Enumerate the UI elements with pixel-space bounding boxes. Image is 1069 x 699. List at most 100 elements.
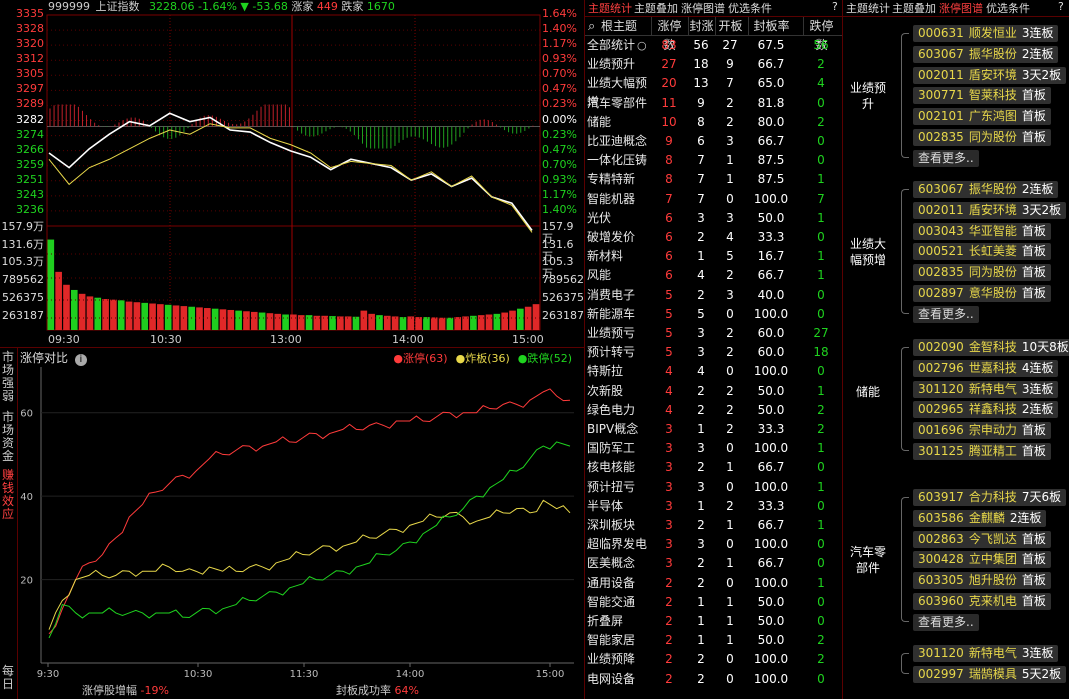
volume-bar — [243, 311, 250, 330]
stock-chip[interactable]: 001696 宗申动力 首板 — [913, 422, 1051, 440]
volume-bar — [399, 317, 407, 330]
theme-row[interactable]: 一体化压铸 8 7 1 87.5 0 — [585, 151, 841, 170]
detail-tab[interactable]: 主题统计 — [846, 0, 890, 16]
theme-row[interactable]: 业绩大幅预增 20 13 7 65.0 4 — [585, 74, 841, 109]
intraday-chart-panel[interactable]: 999999 上证指数 3228.06 -1.64% ▼ -53.68 涨家 4… — [0, 0, 585, 346]
theme-row[interactable]: 消费电子 5 2 3 40.0 0 — [585, 286, 841, 305]
stock-streak: 首板 — [1021, 286, 1046, 300]
stock-chip[interactable]: 301120 新特电气 3连板 — [913, 645, 1059, 662]
themes-tab[interactable]: 涨停图谱 — [681, 0, 725, 16]
stock-code: 301125 — [918, 444, 964, 458]
volume-bar — [532, 304, 540, 330]
stock-code: 603067 — [918, 46, 964, 61]
theme-row[interactable]: 半导体 3 1 2 33.3 0 — [585, 497, 841, 516]
stock-chip[interactable]: 603067 振华股份 2连板 — [913, 45, 1059, 63]
theme-cell: 66.7 — [757, 268, 785, 283]
theme-row[interactable]: 智能机器 7 7 0 100.0 7 — [585, 190, 841, 209]
theme-row[interactable]: 智能家居 2 1 1 50.0 2 — [585, 631, 841, 650]
side-tab[interactable]: 市场资金 — [0, 411, 16, 463]
theme-row[interactable]: 智能交通 2 1 1 50.0 0 — [585, 593, 841, 612]
theme-row[interactable]: BIPV概念 3 1 2 33.3 2 — [585, 420, 841, 439]
themes-tab[interactable]: 优选条件 — [728, 0, 772, 16]
theme-row[interactable]: 新材料 6 1 5 16.7 1 — [585, 247, 841, 266]
theme-cell: 0 — [726, 306, 734, 321]
stock-chip[interactable]: 000631 顺发恒业 3连板 — [913, 25, 1059, 42]
stock-chip[interactable]: 002835 同为股份 首板 — [913, 129, 1051, 146]
stock-chip[interactable]: 603586 金麒麟 2连板 — [913, 509, 1047, 527]
themes-tab[interactable]: ? — [832, 0, 838, 13]
side-tab[interactable]: 每日 — [0, 665, 16, 691]
column-header[interactable]: 涨停数 — [651, 17, 687, 52]
theme-row[interactable]: 业绩预升 27 18 9 66.7 2 — [585, 55, 841, 74]
volume-bar — [235, 310, 242, 330]
theme-row[interactable]: 破增发价 6 2 4 33.3 0 — [585, 228, 841, 247]
stock-chip[interactable]: 002835 同为股份 首板 — [913, 264, 1051, 282]
theme-row[interactable]: 光伏 6 3 3 50.0 1 — [585, 209, 841, 228]
see-more-button[interactable]: 查看更多.. — [913, 305, 979, 323]
refresh-icon[interactable]: ○ — [637, 36, 647, 55]
theme-row[interactable]: 医美概念 3 2 1 66.7 0 — [585, 554, 841, 573]
theme-row[interactable]: 国防军工 3 3 0 100.0 1 — [585, 439, 841, 458]
theme-row[interactable]: 预计扭亏 3 3 0 100.0 1 — [585, 478, 841, 497]
theme-row[interactable]: 新能源车 5 5 0 100.0 0 — [585, 305, 841, 324]
column-header[interactable]: 封板率 — [748, 17, 794, 36]
detail-tab[interactable]: 涨停图谱 — [939, 0, 983, 16]
theme-row[interactable]: 业绩预亏 5 3 2 60.0 27 — [585, 324, 841, 343]
stock-chip[interactable]: 301120 新特电气 3连板 — [913, 380, 1059, 398]
stock-chip[interactable]: 002965 祥鑫科技 2连板 — [913, 401, 1059, 419]
theme-row[interactable]: 超临界发电 3 3 0 100.0 0 — [585, 535, 841, 554]
column-header[interactable]: 开板 — [715, 17, 745, 36]
see-more-button[interactable]: 查看更多.. — [913, 149, 979, 167]
stock-chip[interactable]: 603305 旭升股份 首板 — [913, 572, 1051, 590]
stock-chip[interactable]: 002796 世嘉科技 4连板 — [913, 359, 1059, 377]
theme-row[interactable]: 特斯拉 4 4 0 100.0 0 — [585, 362, 841, 381]
stock-chip[interactable]: 002897 意华股份 首板 — [913, 285, 1051, 302]
side-tab[interactable]: 赚钱效应 — [0, 469, 16, 521]
theme-row[interactable]: 汽车零部件 11 9 2 81.8 0 — [585, 94, 841, 113]
detail-tab[interactable]: ? — [1058, 0, 1064, 13]
theme-row[interactable]: 储能 10 8 2 80.0 2 — [585, 113, 841, 132]
themes-tab[interactable]: 主题统计 — [588, 0, 632, 16]
y-tick-label: 20 — [20, 576, 33, 587]
theme-row[interactable]: 业绩预降 2 2 0 100.0 2 — [585, 650, 841, 669]
theme-row[interactable]: 风能 6 4 2 66.7 1 — [585, 266, 841, 285]
theme-row[interactable]: 通用设备 2 2 0 100.0 1 — [585, 574, 841, 593]
theme-cell: 0 — [726, 191, 734, 206]
theme-row[interactable]: 全部统计 83 56 27 67.5 56 ○ — [585, 36, 841, 55]
stock-chip[interactable]: 603917 合力科技 7天6板 — [913, 489, 1067, 506]
column-header[interactable]: 跌停数 — [803, 17, 839, 52]
stock-streak: 2连板 — [1021, 402, 1054, 417]
side-tab[interactable]: 市场强弱 — [0, 351, 16, 403]
theme-row[interactable]: 核电核能 3 2 1 66.7 0 — [585, 458, 841, 477]
stock-chip[interactable]: 002011 盾安环境 3天2板 — [913, 66, 1067, 84]
theme-row[interactable]: 专精特新 8 7 1 87.5 1 — [585, 170, 841, 189]
stock-chip[interactable]: 002863 今飞凯达 首板 — [913, 530, 1051, 548]
search-icon[interactable]: ⌕ — [588, 17, 595, 36]
stock-chip[interactable]: 002011 盾安环境 3天2板 — [913, 201, 1067, 219]
stock-chip[interactable]: 000521 长虹美菱 首板 — [913, 243, 1051, 261]
stock-chip[interactable]: 002101 广东鸿图 首板 — [913, 108, 1051, 126]
stock-chip[interactable]: 300428 立中集团 首板 — [913, 551, 1051, 569]
theme-row[interactable]: 深圳板块 3 2 1 66.7 1 — [585, 516, 841, 535]
stock-chip[interactable]: 603067 振华股份 2连板 — [913, 181, 1059, 198]
detail-tab[interactable]: 主题叠加 — [892, 0, 936, 16]
themes-tab[interactable]: 主题叠加 — [634, 0, 678, 16]
stock-chip[interactable]: 002997 瑞鹄模具 5天2板 — [913, 665, 1067, 683]
see-more-button[interactable]: 查看更多.. — [913, 613, 979, 631]
theme-row[interactable]: 预计转亏 5 3 2 60.0 18 — [585, 343, 841, 362]
stock-name: 盾安环境 — [968, 202, 1017, 217]
theme-cell: 2 — [697, 287, 705, 302]
theme-row[interactable]: 次新股 4 2 2 50.0 1 — [585, 382, 841, 401]
theme-row[interactable]: 折叠屏 2 1 1 50.0 0 — [585, 612, 841, 631]
theme-cell: 60.0 — [757, 345, 785, 360]
stock-chip[interactable]: 301125 腾亚精工 首板 — [913, 443, 1051, 460]
theme-row[interactable]: 电网设备 2 2 0 100.0 0 — [585, 670, 841, 689]
theme-row[interactable]: 绿色电力 4 2 2 50.0 2 — [585, 401, 841, 420]
stock-chip[interactable]: 002090 金智科技 10天8板 — [913, 339, 1069, 356]
stock-chip[interactable]: 003043 华亚智能 首板 — [913, 222, 1051, 240]
stock-chip[interactable]: 300771 智莱科技 首板 — [913, 87, 1051, 105]
detail-tab[interactable]: 优选条件 — [986, 0, 1030, 16]
theme-row[interactable]: 比亚迪概念 9 6 3 66.7 0 — [585, 132, 841, 151]
column-header[interactable]: 封涨 — [688, 17, 714, 36]
stock-chip[interactable]: 603960 克来机电 首板 — [913, 593, 1051, 610]
